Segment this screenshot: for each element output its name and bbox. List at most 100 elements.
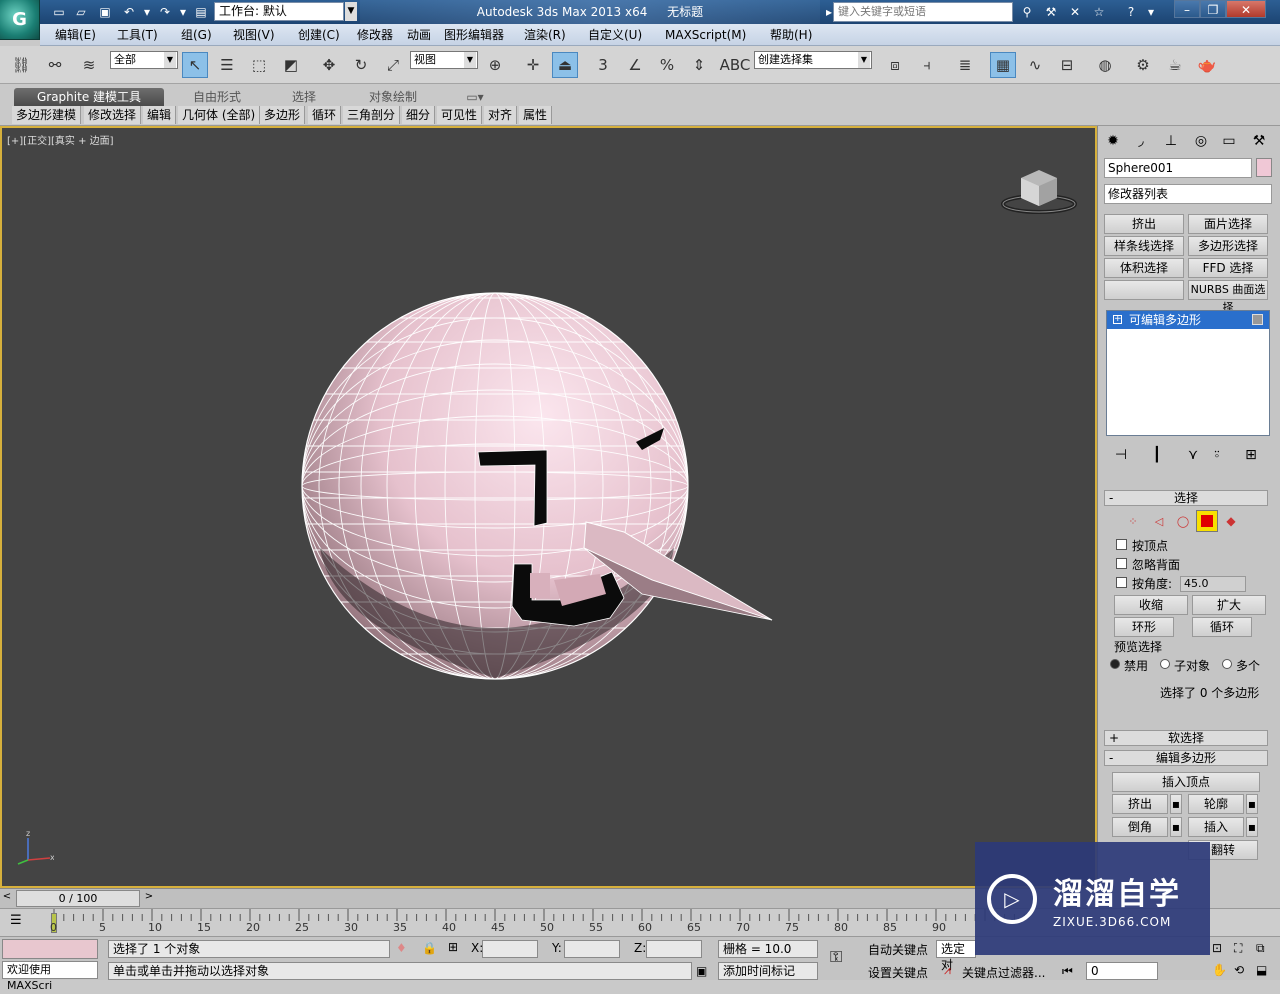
menu-edit[interactable]: 编辑(E) bbox=[55, 26, 96, 44]
vertex-mode-icon[interactable]: ⁘ bbox=[1122, 510, 1144, 532]
select-by-name-icon[interactable]: ☰ bbox=[214, 52, 240, 78]
stack-expand-icon[interactable]: + bbox=[1113, 315, 1122, 324]
reference-coord-select[interactable]: 视图 bbox=[410, 51, 478, 69]
help-dropdown-icon[interactable]: ▾ bbox=[1142, 3, 1160, 21]
next-frame-icon[interactable]: > bbox=[142, 891, 156, 906]
modify-tab-icon[interactable]: ◞ bbox=[1130, 130, 1152, 152]
time-tag-icon[interactable]: ▣ bbox=[696, 964, 707, 978]
rect-selection-icon[interactable]: ⬚ bbox=[246, 52, 272, 78]
extrude-settings-icon[interactable]: ▪ bbox=[1170, 794, 1182, 814]
extrude-button[interactable]: 挤出 bbox=[1112, 794, 1168, 814]
selection-lock-icon[interactable]: 🔒 bbox=[422, 941, 437, 955]
graphite-toggle-icon[interactable]: ▦ bbox=[990, 52, 1016, 78]
x-coord-field[interactable] bbox=[482, 940, 538, 958]
angle-spinner[interactable]: 45.0 bbox=[1180, 576, 1246, 592]
time-slider[interactable]: < 0 / 100 > bbox=[0, 888, 1097, 908]
undo-dropdown-icon[interactable]: ▾ bbox=[138, 3, 156, 21]
display-tab-icon[interactable]: ▭ bbox=[1218, 130, 1240, 152]
modifier-list-select[interactable]: 修改器列表 bbox=[1104, 184, 1272, 204]
absolute-mode-icon[interactable]: ⊞ bbox=[448, 940, 458, 954]
selected-set-select[interactable]: 选定对 bbox=[936, 940, 976, 972]
inset-button[interactable]: 插入 bbox=[1188, 817, 1244, 837]
ribbon-geometry-all[interactable]: 几何体 (全部) bbox=[178, 106, 261, 124]
ribbon-align[interactable]: 对齐 bbox=[484, 106, 518, 124]
element-mode-icon[interactable]: ◆ bbox=[1220, 510, 1242, 532]
bevel-settings-icon[interactable]: ▪ bbox=[1170, 817, 1182, 837]
loop-button[interactable]: 循环 bbox=[1192, 617, 1252, 637]
track-bar-menu-icon[interactable]: ☰ bbox=[10, 913, 22, 928]
render-production-icon[interactable]: 🫖 bbox=[1194, 52, 1220, 78]
named-selection-select[interactable]: 创建选择集 bbox=[754, 51, 872, 69]
preview-off-radio[interactable] bbox=[1110, 659, 1120, 669]
object-name-field[interactable]: Sphere001 bbox=[1104, 158, 1252, 178]
layer-manager-icon[interactable]: ≣ bbox=[952, 52, 978, 78]
subscription-icon[interactable]: ⚒ bbox=[1042, 3, 1060, 21]
create-tab-icon[interactable]: ✹ bbox=[1102, 130, 1124, 152]
mod-nurbs-select-button[interactable]: NURBS 曲面选择 bbox=[1188, 280, 1268, 314]
menu-rendering[interactable]: 渲染(R) bbox=[524, 26, 566, 44]
ribbon-loops[interactable]: 循环 bbox=[308, 106, 342, 124]
percent-snap-icon[interactable]: % bbox=[654, 52, 680, 78]
move-icon[interactable]: ✥ bbox=[316, 52, 342, 78]
inset-settings-icon[interactable]: ▪ bbox=[1246, 817, 1258, 837]
unlink-icon[interactable]: ⚯ bbox=[42, 52, 68, 78]
open-file-icon[interactable]: ▱ bbox=[72, 3, 90, 21]
redo-dropdown-icon[interactable]: ▾ bbox=[174, 3, 192, 21]
align-icon[interactable]: ⫞ bbox=[914, 52, 940, 78]
ribbon-options-icon[interactable]: ▭▾ bbox=[462, 88, 488, 106]
menu-animation[interactable]: 动画 bbox=[407, 26, 431, 44]
auto-key-button[interactable]: 自动关键点 bbox=[868, 941, 928, 958]
minimize-button[interactable]: – bbox=[1174, 0, 1200, 18]
material-editor-icon[interactable]: ◍ bbox=[1092, 52, 1118, 78]
ribbon-modify-selection[interactable]: 修改选择 bbox=[84, 106, 142, 124]
zoom-region-icon[interactable]: ⊡ bbox=[1212, 941, 1222, 955]
new-file-icon[interactable]: ▭ bbox=[50, 3, 68, 21]
restore-button[interactable]: ❐ bbox=[1200, 0, 1226, 18]
render-setup-icon[interactable]: ⚙ bbox=[1130, 52, 1156, 78]
remove-modifier-icon[interactable]: ⍤ bbox=[1206, 444, 1228, 466]
selection-filter-select[interactable]: 全部 bbox=[110, 51, 178, 69]
menu-customize[interactable]: 自定义(U) bbox=[588, 26, 642, 44]
polygon-mode-icon[interactable] bbox=[1196, 510, 1218, 532]
utilities-tab-icon[interactable]: ⚒ bbox=[1248, 130, 1270, 152]
window-crossing-icon[interactable]: ◩ bbox=[278, 52, 304, 78]
isolate-selection-icon[interactable]: ♦ bbox=[396, 941, 407, 955]
help-icon[interactable]: ? bbox=[1122, 3, 1140, 21]
ribbon-tab-object-paint[interactable]: 对象绘制 bbox=[355, 88, 431, 106]
current-frame-field[interactable]: 0 bbox=[1086, 962, 1158, 980]
pan-icon[interactable]: ✋ bbox=[1212, 963, 1227, 977]
key-filters-button[interactable]: 关键点过滤器... bbox=[962, 964, 1045, 981]
ribbon-tab-freeform[interactable]: 自由形式 bbox=[180, 88, 254, 106]
make-unique-icon[interactable]: ⋎ bbox=[1182, 444, 1204, 466]
preview-subobject-radio[interactable] bbox=[1160, 659, 1170, 669]
grow-button[interactable]: 扩大 bbox=[1192, 595, 1266, 615]
mod-ffd-select-button[interactable]: FFD 选择 bbox=[1188, 258, 1268, 278]
stack-item-editable-poly[interactable]: + 可编辑多边形 bbox=[1107, 311, 1269, 329]
ribbon-tab-graphite[interactable]: Graphite 建模工具 bbox=[14, 88, 164, 106]
motion-tab-icon[interactable]: ◎ bbox=[1190, 130, 1212, 152]
scale-icon[interactable]: ⤢ bbox=[380, 52, 406, 78]
keyboard-shortcut-icon[interactable]: ⏏ bbox=[552, 52, 578, 78]
preview-multi-radio[interactable] bbox=[1222, 659, 1232, 669]
app-logo-icon[interactable]: G bbox=[0, 0, 40, 40]
save-file-icon[interactable]: ▣ bbox=[96, 3, 114, 21]
viewcube-icon[interactable] bbox=[1001, 162, 1077, 214]
ribbon-properties[interactable]: 属性 bbox=[519, 106, 553, 124]
menu-modifiers[interactable]: 修改器 bbox=[357, 26, 393, 44]
menu-views[interactable]: 视图(V) bbox=[233, 26, 275, 44]
project-folder-icon[interactable]: ▤ bbox=[192, 3, 210, 21]
zoom-extents-icon[interactable]: ⛶ bbox=[1234, 941, 1242, 956]
hierarchy-tab-icon[interactable]: ⊥ bbox=[1160, 130, 1182, 152]
menu-group[interactable]: 组(G) bbox=[181, 26, 212, 44]
ribbon-visibility[interactable]: 可见性 bbox=[437, 106, 483, 124]
goto-start-icon[interactable]: ⏮ bbox=[1062, 964, 1073, 979]
shrink-button[interactable]: 收缩 bbox=[1114, 595, 1188, 615]
ignore-backface-checkbox[interactable] bbox=[1116, 558, 1127, 569]
mod-patch-select-button[interactable]: 面片选择 bbox=[1188, 214, 1268, 234]
y-coord-field[interactable] bbox=[564, 940, 620, 958]
ribbon-polygons[interactable]: 多边形 bbox=[260, 106, 306, 124]
select-manipulate-icon[interactable]: ✛ bbox=[520, 52, 546, 78]
search-input[interactable]: 键入关键字或短语 bbox=[833, 2, 1013, 22]
maxscript-welcome[interactable]: 欢迎使用 MAXScri bbox=[2, 961, 98, 992]
ribbon-triangulation[interactable]: 三角剖分 bbox=[343, 106, 401, 124]
